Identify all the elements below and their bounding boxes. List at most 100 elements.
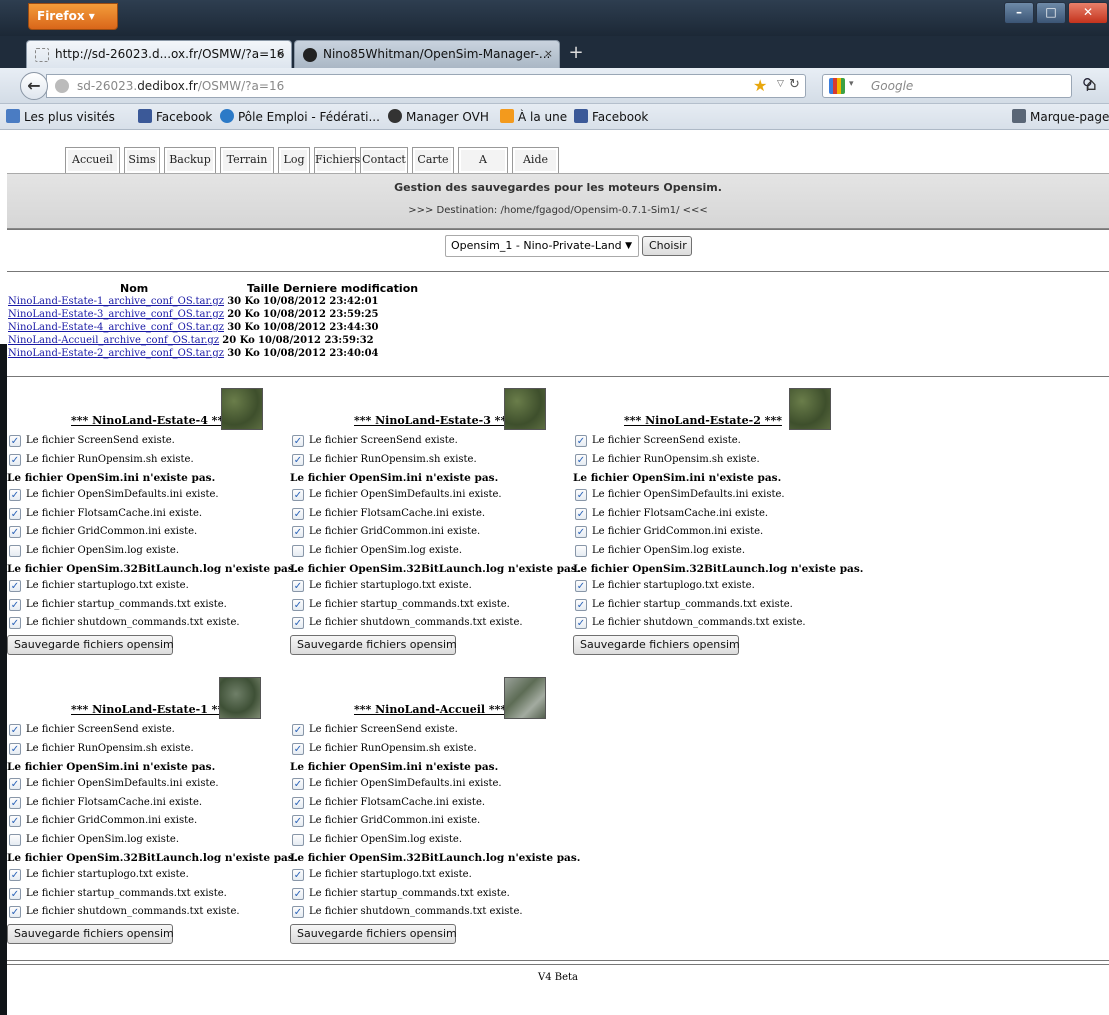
status-checkbox[interactable]: ✓	[575, 617, 587, 629]
tab-close-icon[interactable]: ×	[276, 47, 285, 60]
bookmark-label: Facebook	[156, 110, 213, 124]
status-checkbox[interactable]: ✓	[9, 489, 21, 501]
maximize-button[interactable]: □	[1036, 2, 1066, 24]
status-checkbox[interactable]: ✓	[9, 617, 21, 629]
home-icon[interactable]: ⌂	[1086, 75, 1097, 95]
bookmark-label: À la une	[518, 110, 568, 124]
status-checkbox[interactable]: ✓	[292, 580, 304, 592]
status-checkbox[interactable]: ✓	[292, 778, 304, 790]
tab-terrain[interactable]: Terrain	[220, 147, 274, 173]
tab-aide[interactable]: Aide	[512, 147, 559, 173]
new-tab-button[interactable]: +	[562, 40, 590, 68]
status-checkbox[interactable]: ✓	[292, 617, 304, 629]
bookmark-facebook-2[interactable]: Facebook	[574, 109, 648, 124]
status-checkbox[interactable]: ✓	[9, 454, 21, 466]
save-opensim-files-button[interactable]: Sauvegarde fichiers opensim	[7, 924, 174, 944]
status-checkbox[interactable]: ✓	[292, 599, 304, 611]
file-date: 10/08/2012 23:59:25	[262, 309, 379, 320]
status-checkbox[interactable]	[292, 545, 304, 557]
status-checkbox[interactable]: ✓	[292, 724, 304, 736]
tab-a-propos[interactable]: A Propos	[458, 147, 508, 190]
status-text: Le fichier FlotsamCache.ini existe.	[309, 797, 486, 808]
tab-contact[interactable]: Contact	[360, 147, 408, 173]
bookmark-facebook[interactable]: Facebook	[138, 109, 212, 124]
status-checkbox[interactable]: ✓	[292, 906, 304, 918]
tab-fichiers[interactable]: Fichiers	[314, 147, 360, 173]
status-checkbox[interactable]: ✓	[292, 743, 304, 755]
back-button[interactable]: ←	[20, 72, 48, 100]
bookmark-star-icon[interactable]: ★	[753, 76, 767, 95]
status-checkbox[interactable]	[575, 545, 587, 557]
browser-tab-osmw[interactable]: http://sd-26023.d...ox.fr/OSMW/?a=16 ×	[26, 40, 292, 68]
bookmark-pole-emploi[interactable]: Pôle Emploi - Fédérati...	[220, 109, 380, 124]
status-checkbox[interactable]: ✓	[9, 743, 21, 755]
status-checkbox[interactable]: ✓	[9, 508, 21, 520]
status-checkbox[interactable]: ✓	[9, 599, 21, 611]
status-checkbox[interactable]: ✓	[575, 599, 587, 611]
file-link[interactable]: NinoLand-Estate-2_archive_conf_OS.tar.gz	[8, 348, 224, 359]
status-checkbox[interactable]: ✓	[292, 815, 304, 827]
bookmark-most-visited[interactable]: Les plus visités	[6, 109, 115, 124]
status-checkbox[interactable]: ✓	[292, 526, 304, 538]
status-checkbox[interactable]: ✓	[575, 454, 587, 466]
status-checkbox[interactable]: ✓	[575, 526, 587, 538]
status-checkbox[interactable]: ✓	[292, 888, 304, 900]
status-checkbox[interactable]: ✓	[575, 580, 587, 592]
file-link[interactable]: NinoLand-Estate-3_archive_conf_OS.tar.gz	[8, 309, 224, 320]
status-checkbox[interactable]: ✓	[9, 435, 21, 447]
bookmark-a-la-une[interactable]: À la une	[500, 109, 567, 124]
status-checkbox[interactable]: ✓	[9, 906, 21, 918]
save-opensim-files-button[interactable]: Sauvegarde fichiers opensim	[290, 635, 457, 655]
status-checkbox[interactable]: ✓	[292, 454, 304, 466]
status-checkbox[interactable]	[9, 545, 21, 557]
reload-icon[interactable]: ↻	[789, 77, 800, 92]
minimize-button[interactable]: –	[1004, 2, 1034, 24]
status-checkbox[interactable]: ✓	[292, 435, 304, 447]
status-checkbox[interactable]: ✓	[9, 869, 21, 881]
file-link[interactable]: NinoLand-Accueil_archive_conf_OS.tar.gz	[8, 335, 219, 346]
tab-accueil[interactable]: Accueil	[65, 147, 120, 173]
status-text: Le fichier OpenSim.ini n'existe pas.	[573, 472, 782, 484]
close-window-button[interactable]: ✕	[1068, 2, 1108, 24]
status-checkbox[interactable]: ✓	[292, 869, 304, 881]
save-opensim-files-button[interactable]: Sauvegarde fichiers opensim	[7, 635, 174, 655]
status-checkbox[interactable]: ✓	[292, 508, 304, 520]
status-checkbox[interactable]: ✓	[9, 580, 21, 592]
history-dropdown-icon[interactable]: ▽	[777, 79, 784, 89]
status-checkbox[interactable]: ✓	[575, 435, 587, 447]
status-checkbox[interactable]	[292, 834, 304, 846]
status-checkbox[interactable]: ✓	[575, 508, 587, 520]
file-link[interactable]: NinoLand-Estate-4_archive_conf_OS.tar.gz	[8, 322, 224, 333]
bookmark-label: Pôle Emploi - Fédérati...	[238, 110, 380, 124]
tab-close-icon[interactable]: ×	[544, 47, 553, 60]
status-checkbox[interactable]: ✓	[292, 489, 304, 501]
status-checkbox[interactable]: ✓	[9, 797, 21, 809]
status-checkbox[interactable]: ✓	[292, 797, 304, 809]
sim-title: *** NinoLand-Estate-1 ***	[71, 703, 229, 716]
status-checkbox[interactable]	[9, 834, 21, 846]
sim-select[interactable]: Opensim_1 - Nino-Private-Land ▼	[445, 235, 639, 257]
search-input[interactable]: ▾ Google ⚲	[822, 74, 1093, 98]
browser-tab-github[interactable]: Nino85Whitman/OpenSim-Manager-... ×	[294, 40, 560, 68]
status-checkbox[interactable]: ✓	[9, 724, 21, 736]
status-checkbox[interactable]: ✓	[9, 526, 21, 538]
search-engine-dropdown-icon[interactable]: ▾	[849, 79, 854, 89]
status-checkbox[interactable]: ✓	[9, 888, 21, 900]
status-checkbox[interactable]: ✓	[575, 489, 587, 501]
tab-backup[interactable]: Backup	[164, 147, 216, 173]
tab-sims[interactable]: Sims	[124, 147, 160, 173]
bookmark-manager-ovh[interactable]: Manager OVH	[388, 109, 489, 124]
firefox-menu-button[interactable]: Firefox ▾	[28, 3, 118, 30]
choose-button[interactable]: Choisir	[642, 236, 692, 256]
file-link[interactable]: NinoLand-Estate-1_archive_conf_OS.tar.gz	[8, 296, 224, 307]
url-bar[interactable]: sd-26023.dedibox.fr/OSMW/?a=16 ★ ▽ ↻	[46, 74, 806, 98]
tab-log[interactable]: Log	[278, 147, 310, 173]
status-checkbox[interactable]: ✓	[9, 815, 21, 827]
save-opensim-files-button[interactable]: Sauvegarde fichiers opensim	[290, 924, 457, 944]
tab-carte[interactable]: Carte	[412, 147, 454, 173]
status-text: Le fichier OpenSim.ini n'existe pas.	[7, 761, 216, 773]
status-checkbox[interactable]: ✓	[9, 778, 21, 790]
bookmarks-menu-button[interactable]: Marque-pages	[1012, 109, 1109, 124]
save-opensim-files-button[interactable]: Sauvegarde fichiers opensim	[573, 635, 740, 655]
divider	[7, 376, 1109, 377]
